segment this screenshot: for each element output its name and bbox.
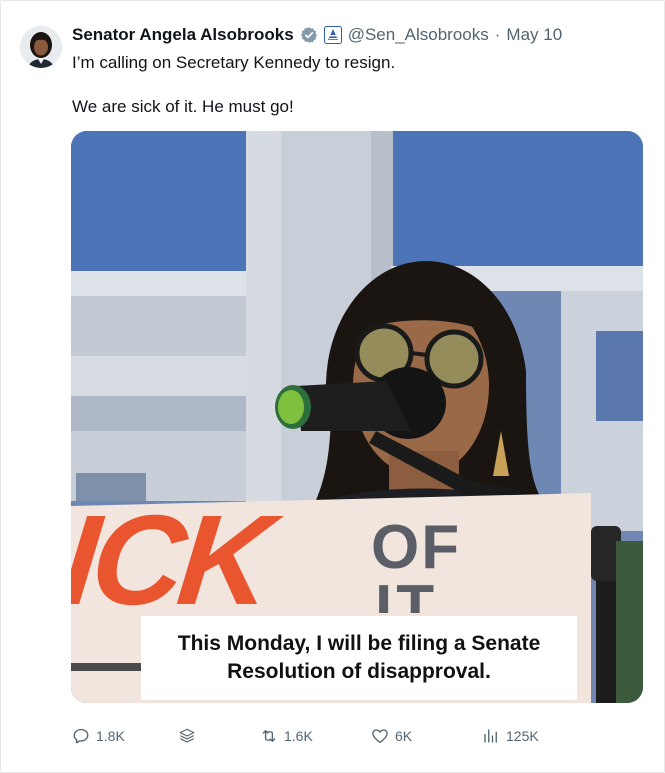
- like-button[interactable]: 6K: [371, 722, 412, 750]
- header-separator: ·: [494, 25, 501, 44]
- repost-button[interactable]: 1.6K: [260, 722, 313, 750]
- tweet-text-line-1: I’m calling on Secretary Kennedy to resi…: [72, 53, 396, 72]
- author-name[interactable]: Senator Angela Alsobrooks: [72, 25, 294, 45]
- repost-icon: [262, 730, 276, 742]
- grok-button[interactable]: [178, 722, 196, 750]
- like-count: 6K: [395, 728, 413, 744]
- tweet-actions: 1.8K 1.6K 6K 125K: [72, 722, 592, 750]
- avatar-photo: [20, 26, 62, 68]
- tweet-video[interactable]: ICK OF IT This Monday, I will be filing …: [71, 131, 643, 703]
- caption-line-2: Resolution of disapproval.: [227, 660, 491, 683]
- tweet-date[interactable]: May 10: [506, 25, 562, 45]
- views-icon: [484, 729, 497, 743]
- tweet-header: Senator Angela Alsobrooks @Sen_Alsobrook…: [72, 25, 655, 45]
- views-button[interactable]: 125K: [482, 722, 539, 750]
- government-affiliate-icon[interactable]: [323, 26, 342, 44]
- sign-right-top: OF: [371, 513, 462, 582]
- grok-icon: [179, 728, 195, 743]
- caption-line-1: This Monday, I will be filing a Senate: [177, 632, 541, 655]
- sign-right-bottom: IT: [375, 577, 439, 613]
- tweet-text: I’m calling on Secretary Kennedy to resi…: [72, 52, 645, 118]
- views-count: 125K: [506, 728, 539, 744]
- reply-button[interactable]: 1.8K: [72, 722, 125, 750]
- verified-badge-icon[interactable]: [300, 26, 318, 44]
- author-avatar[interactable]: [20, 26, 62, 68]
- sign-left-text: ICK: [71, 489, 274, 632]
- reply-count: 1.8K: [96, 728, 125, 744]
- author-handle[interactable]: @Sen_Alsobrooks: [348, 25, 489, 45]
- video-caption: This Monday, I will be filing a Senate R…: [141, 616, 577, 700]
- repost-count: 1.6K: [284, 728, 313, 744]
- reply-icon: [73, 728, 89, 744]
- heart-icon: [372, 729, 388, 744]
- tweet-text-line-2: We are sick of it. He must go!: [72, 97, 294, 116]
